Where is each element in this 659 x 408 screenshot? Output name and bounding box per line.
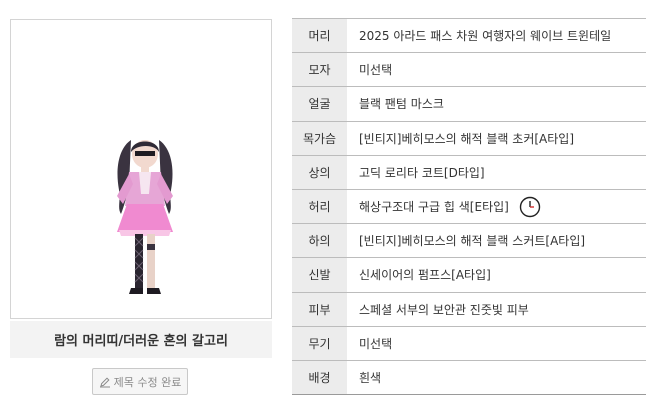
slot-label: 목가슴 <box>292 121 347 155</box>
item-name: 미선택 <box>359 63 393 78</box>
equipment-row: 배경 흰색 <box>292 360 646 396</box>
edit-title-button[interactable]: 제목 수정 완료 <box>92 368 188 395</box>
equipment-table: 머리 2025 아라드 패스 차원 여행자의 웨이브 트윈테일 모자 미선택 얼… <box>292 18 646 396</box>
item-name: 고딕 로리타 코트[D타입] <box>359 165 485 180</box>
item-cell: 고딕 로리타 코트[D타입] <box>347 155 646 189</box>
slot-label: 배경 <box>292 360 347 395</box>
item-cell: 2025 아라드 패스 차원 여행자의 웨이브 트윈테일 <box>347 19 646 53</box>
item-name: 신세이어의 펌프스[A타입] <box>359 268 491 283</box>
item-cell: 미선택 <box>347 326 646 360</box>
pencil-icon <box>99 376 110 387</box>
item-name: [빈티지]베히모스의 해적 블랙 초커[A타입] <box>359 131 575 146</box>
character-avatar-image <box>117 140 173 294</box>
item-name: 스페셜 서부의 보안관 진줏빛 피부 <box>359 302 529 317</box>
equipment-row: 신발 신세이어의 펌프스[A타입] <box>292 258 646 293</box>
item-cell: 해상구조대 구급 힙 색[E타입] <box>347 189 646 224</box>
equipment-row: 하의 [빈티지]베히모스의 해적 블랙 스커트[A타입] <box>292 224 646 259</box>
slot-label: 하의 <box>292 224 347 258</box>
equipment-row: 무기 미선택 <box>292 326 646 361</box>
item-name: 해상구조대 구급 힙 색[E타입] <box>359 200 509 215</box>
slot-label: 얼굴 <box>292 87 347 121</box>
item-cell: [빈티지]베히모스의 해적 블랙 초커[A타입] <box>347 121 646 155</box>
equipment-row: 얼굴 블랙 팬텀 마스크 <box>292 87 646 122</box>
slot-label: 신발 <box>292 258 347 292</box>
item-name: 2025 아라드 패스 차원 여행자의 웨이브 트윈테일 <box>359 29 612 44</box>
item-cell: 미선택 <box>347 53 646 87</box>
item-name: 미선택 <box>359 336 393 351</box>
item-cell: [빈티지]베히모스의 해적 블랙 스커트[A타입] <box>347 224 646 258</box>
clock-icon[interactable] <box>519 196 541 218</box>
slot-label: 무기 <box>292 326 347 360</box>
equipment-row: 목가슴 [빈티지]베히모스의 해적 블랙 초커[A타입] <box>292 121 646 156</box>
slot-label: 허리 <box>292 189 347 224</box>
item-name: [빈티지]베히모스의 해적 블랙 스커트[A타입] <box>359 234 586 249</box>
equipment-row: 머리 2025 아라드 패스 차원 여행자의 웨이브 트윈테일 <box>292 19 646 54</box>
item-cell: 블랙 팬텀 마스크 <box>347 87 646 121</box>
item-name: 흰색 <box>359 370 382 385</box>
avatar-preview-panel <box>10 19 272 319</box>
preview-title: 람의 머리띠/더러운 혼의 갈고리 <box>10 321 272 358</box>
item-name: 블랙 팬텀 마스크 <box>359 97 444 112</box>
equipment-row: 상의 고딕 로리타 코트[D타입] <box>292 155 646 190</box>
equipment-row: 허리 해상구조대 구급 힙 색[E타입] <box>292 189 646 225</box>
equipment-row: 모자 미선택 <box>292 53 646 88</box>
edit-title-button-label: 제목 수정 완료 <box>113 375 182 389</box>
slot-label: 상의 <box>292 155 347 189</box>
item-cell: 신세이어의 펌프스[A타입] <box>347 258 646 292</box>
slot-label: 모자 <box>292 53 347 87</box>
slot-label: 머리 <box>292 19 347 53</box>
item-cell: 흰색 <box>347 360 646 395</box>
equipment-row: 피부 스페셜 서부의 보안관 진줏빛 피부 <box>292 292 646 327</box>
item-cell: 스페셜 서부의 보안관 진줏빛 피부 <box>347 292 646 326</box>
slot-label: 피부 <box>292 292 347 326</box>
